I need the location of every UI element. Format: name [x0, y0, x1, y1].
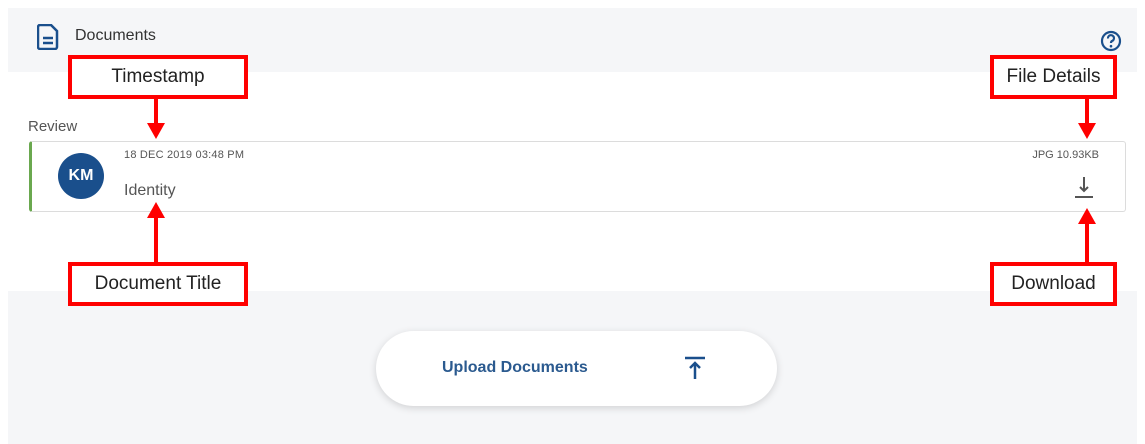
callout-document-title: Document Title	[68, 262, 248, 306]
callout-download: Download	[990, 262, 1117, 306]
document-icon	[37, 24, 59, 50]
upload-button-label: Upload Documents	[442, 359, 588, 376]
arrow-down-timestamp	[147, 99, 165, 139]
callout-file-details: File Details	[990, 55, 1117, 99]
panel-title: Documents	[75, 27, 156, 44]
avatar: KM	[58, 153, 104, 199]
download-icon[interactable]	[1073, 175, 1095, 201]
arrow-down-file-details	[1078, 99, 1096, 139]
document-timestamp: 18 DEC 2019 03:48 PM	[124, 149, 245, 161]
callout-timestamp: Timestamp	[68, 55, 248, 99]
document-title[interactable]: Identity	[124, 182, 176, 200]
upload-documents-button[interactable]: Upload Documents	[376, 331, 777, 406]
section-label: Review	[28, 118, 78, 135]
file-details: JPG 10.93KB	[1032, 149, 1099, 161]
arrow-up-document-title	[147, 202, 165, 262]
upload-icon	[685, 356, 705, 379]
arrow-up-download	[1078, 208, 1096, 262]
help-icon[interactable]	[1100, 30, 1122, 52]
